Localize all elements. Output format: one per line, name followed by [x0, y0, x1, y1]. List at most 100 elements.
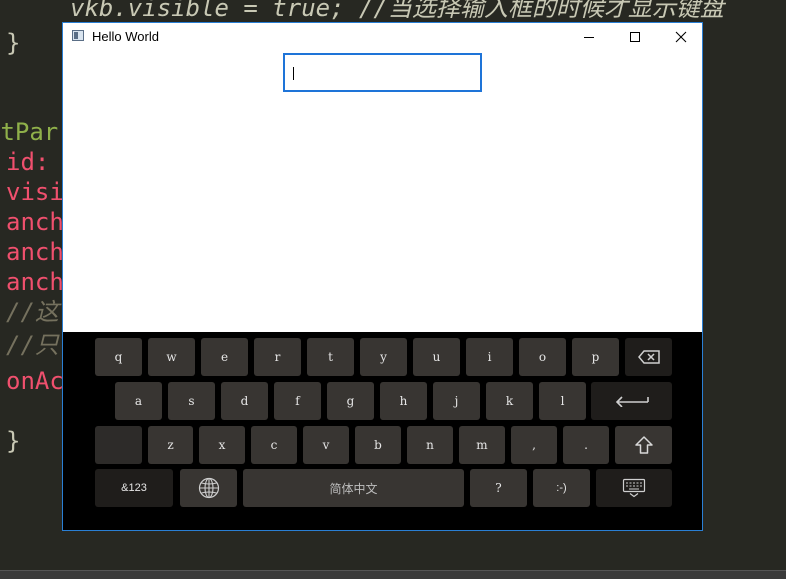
key-label: a	[134, 394, 143, 408]
key-label: q	[114, 350, 123, 364]
code-comment-2: //只	[6, 331, 59, 359]
code-line-onactive: onAc	[6, 367, 64, 395]
key-label: &123	[121, 482, 147, 494]
key-e[interactable]: e	[201, 338, 248, 376]
key-d[interactable]: d	[221, 382, 268, 420]
symbols-key[interactable]: &123	[95, 469, 173, 507]
code-line-component: utPar	[0, 118, 59, 146]
key-label: ?	[495, 481, 502, 495]
key-label: y	[380, 350, 387, 364]
enter-icon	[615, 396, 649, 407]
key-label: o	[538, 350, 547, 364]
code-line-anchors-3: anch	[6, 268, 64, 296]
code-line-visible: visi	[6, 178, 64, 206]
key-o[interactable]: o	[519, 338, 566, 376]
text-caret	[293, 67, 294, 80]
text-input[interactable]	[283, 53, 482, 92]
key-label: c	[270, 438, 278, 452]
key-label: ,	[532, 438, 536, 452]
key-f[interactable]: f	[274, 382, 321, 420]
key-label: p	[591, 350, 600, 364]
app-window: Hello World q w e r t y u i o p a s d f …	[62, 22, 703, 531]
key-label: .	[584, 438, 588, 452]
close-icon	[675, 31, 687, 43]
title-bar[interactable]: Hello World	[63, 23, 702, 51]
blank-key[interactable]	[95, 426, 142, 464]
globe-icon	[198, 477, 219, 499]
backspace-key[interactable]	[625, 338, 672, 376]
code-line-anchors-1: anch	[6, 208, 64, 236]
key-w[interactable]: w	[148, 338, 195, 376]
code-comment-1: //这	[6, 298, 59, 326]
minimize-button[interactable]	[566, 23, 612, 51]
close-button[interactable]	[658, 23, 704, 51]
maximize-button[interactable]	[612, 23, 658, 51]
hide-keyboard-icon	[622, 478, 646, 498]
code-line-vkb-visible: vkb.visible = true; //当选择输入框的时候才显示键盘	[70, 0, 724, 22]
key-k[interactable]: k	[486, 382, 533, 420]
key-t[interactable]: t	[307, 338, 354, 376]
key-period[interactable]: .	[563, 426, 609, 464]
key-label: t	[328, 350, 333, 364]
key-label: 简体中文	[329, 481, 378, 496]
key-label: f	[295, 394, 300, 408]
key-g[interactable]: g	[327, 382, 374, 420]
key-label: g	[346, 394, 355, 408]
space-key[interactable]: 简体中文	[243, 469, 464, 507]
backspace-icon	[637, 350, 660, 364]
key-l[interactable]: l	[539, 382, 586, 420]
smiley-key[interactable]: :-)	[533, 469, 590, 507]
key-x[interactable]: x	[199, 426, 245, 464]
key-label: j	[454, 394, 459, 408]
key-label: n	[426, 438, 434, 452]
question-key[interactable]: ?	[470, 469, 527, 507]
enter-key[interactable]	[591, 382, 672, 420]
code-brace: }	[6, 29, 21, 57]
key-b[interactable]: b	[355, 426, 401, 464]
key-label: r	[274, 350, 281, 364]
key-y[interactable]: y	[360, 338, 407, 376]
key-label: e	[220, 350, 229, 364]
key-m[interactable]: m	[459, 426, 505, 464]
shift-key[interactable]	[615, 426, 672, 464]
key-u[interactable]: u	[413, 338, 460, 376]
language-key[interactable]	[180, 469, 237, 507]
key-q[interactable]: q	[95, 338, 142, 376]
key-z[interactable]: z	[148, 426, 193, 464]
key-label: i	[487, 350, 492, 364]
minimize-icon	[584, 37, 594, 38]
key-a[interactable]: a	[115, 382, 162, 420]
key-r[interactable]: r	[254, 338, 301, 376]
key-n[interactable]: n	[407, 426, 453, 464]
key-label: h	[399, 394, 408, 408]
key-label: z	[167, 438, 174, 452]
shift-icon	[634, 436, 653, 454]
maximize-icon	[630, 32, 640, 42]
code-brace: }	[6, 427, 21, 455]
key-label: b	[374, 438, 382, 452]
key-v[interactable]: v	[303, 426, 349, 464]
window-title: Hello World	[92, 29, 159, 44]
key-h[interactable]: h	[380, 382, 427, 420]
key-label: m	[476, 438, 488, 452]
key-label: :-)	[556, 482, 567, 494]
key-j[interactable]: j	[433, 382, 480, 420]
key-label: u	[432, 350, 441, 364]
hide-keyboard-key[interactable]	[596, 469, 672, 507]
key-label: k	[505, 394, 514, 408]
key-label: d	[240, 394, 249, 408]
key-label: w	[166, 350, 177, 364]
key-comma[interactable]: ,	[511, 426, 557, 464]
key-s[interactable]: s	[168, 382, 215, 420]
key-c[interactable]: c	[251, 426, 297, 464]
virtual-keyboard: q w e r t y u i o p a s d f g h j k l z …	[63, 332, 702, 530]
key-p[interactable]: p	[572, 338, 619, 376]
key-label: v	[322, 438, 330, 452]
code-line-id: id:	[6, 148, 64, 176]
key-label: l	[560, 394, 565, 408]
key-label: s	[188, 394, 195, 408]
app-icon	[72, 30, 84, 41]
key-label: x	[218, 438, 226, 452]
code-line-anchors-2: anch	[6, 238, 64, 266]
key-i[interactable]: i	[466, 338, 513, 376]
